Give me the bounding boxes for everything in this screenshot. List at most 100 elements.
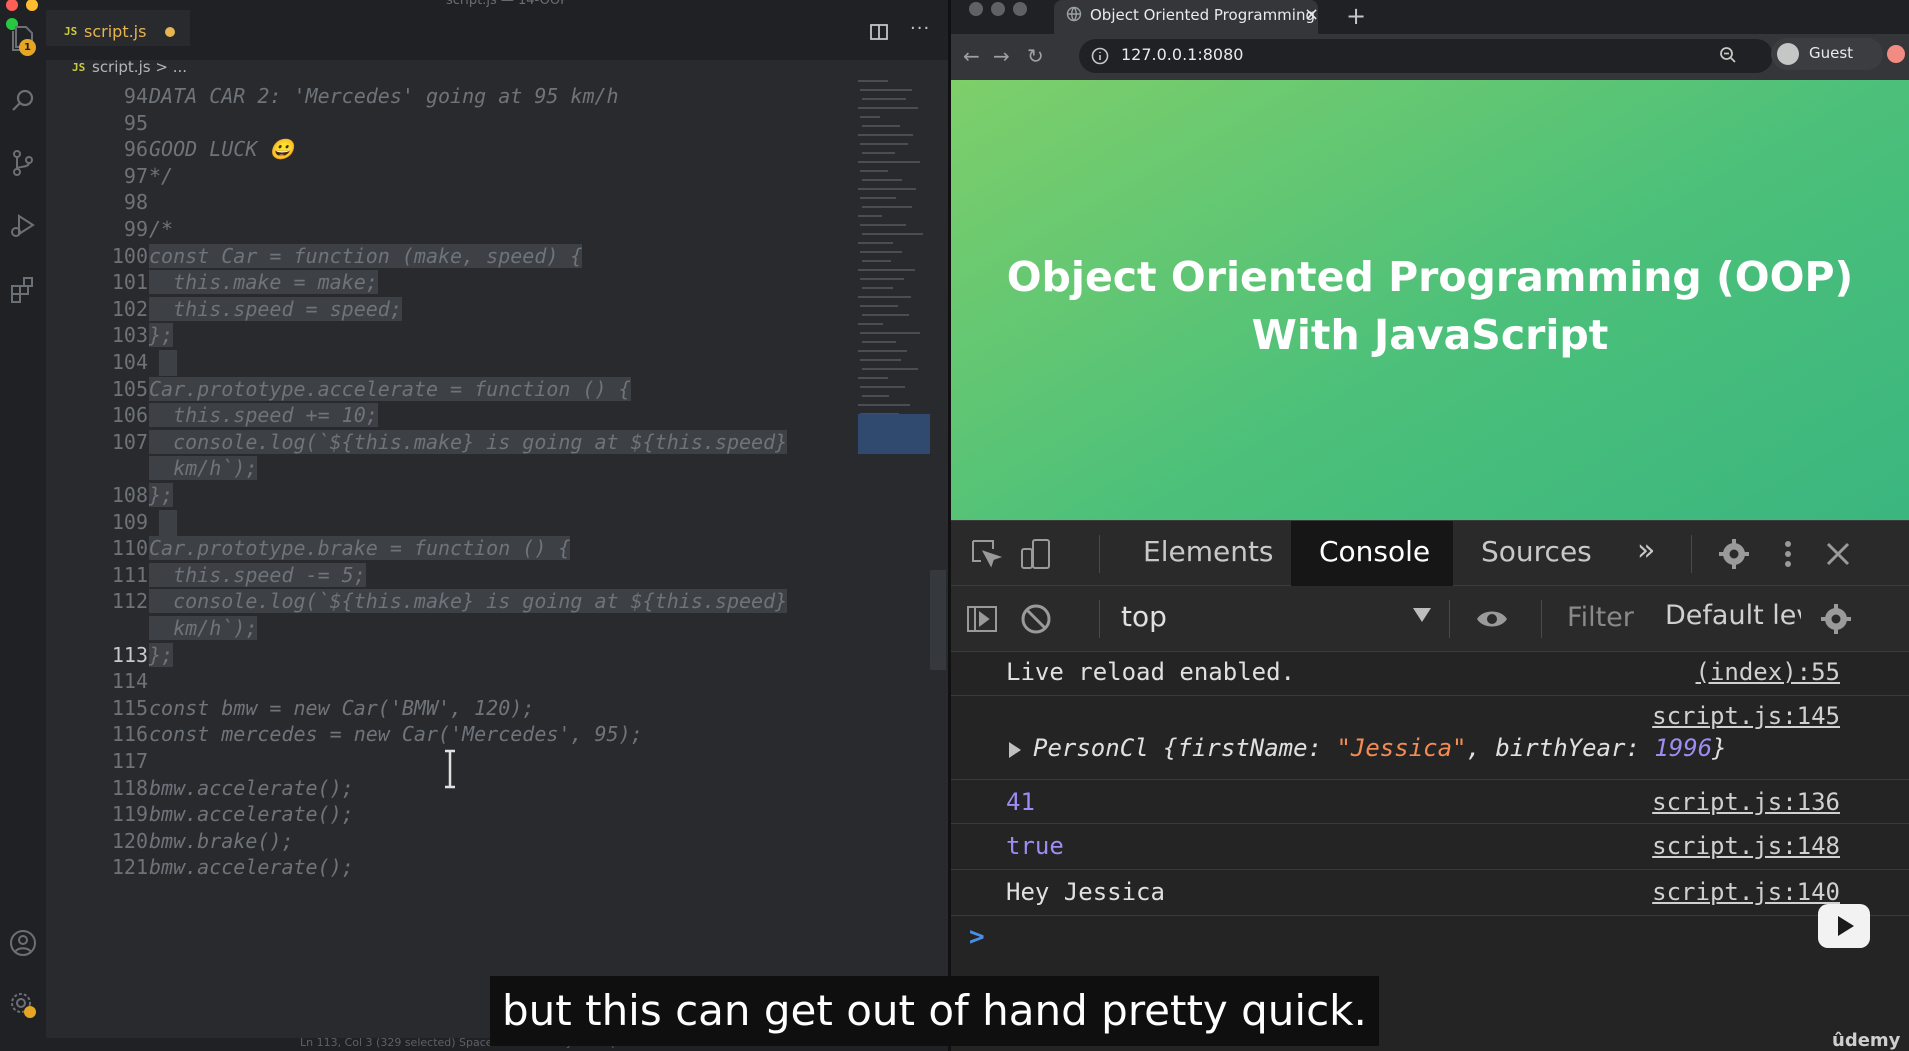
minimap-line (858, 215, 882, 217)
account-icon[interactable] (8, 928, 38, 958)
forward-arrow-icon[interactable]: → (993, 44, 1010, 68)
js-file-icon: JS (64, 25, 78, 38)
minimap-line (862, 233, 923, 235)
line-number: 107 (111, 429, 148, 454)
context-selector[interactable]: top (1121, 600, 1167, 633)
device-toolbar-icon[interactable] (1019, 537, 1053, 571)
split-editor-icon[interactable] (868, 21, 890, 43)
unsaved-dot-icon[interactable] (165, 27, 175, 37)
object-preview[interactable]: PersonCl {firstName: "Jessica", birthYea… (1033, 734, 1727, 762)
line-number: 118 (111, 775, 148, 800)
kebab-menu-icon[interactable] (1771, 537, 1805, 571)
live-expression-eye-icon[interactable] (1475, 602, 1509, 636)
web-page: Object Oriented Programming (OOP) With J… (951, 80, 1909, 520)
info-icon[interactable] (1091, 47, 1109, 65)
code-line: DATA CAR 2: 'Mercedes' going at 95 km/h (149, 84, 619, 108)
globe-icon (1066, 6, 1082, 22)
video-play-icon[interactable] (1818, 904, 1870, 948)
minimap-line (860, 143, 908, 145)
console-prompt-icon[interactable]: > (969, 922, 985, 952)
browser-maximize-dot[interactable] (1013, 2, 1027, 16)
minimap-line (860, 251, 902, 253)
minimap-line (862, 341, 896, 343)
explorer-badge: 1 (19, 39, 36, 56)
line-number: 121 (111, 855, 148, 880)
message-source-link[interactable]: (index):55 (1696, 658, 1841, 686)
minimap-line (862, 179, 902, 181)
clear-console-icon[interactable] (1019, 602, 1053, 636)
run-debug-icon[interactable] (8, 210, 38, 240)
minimap-line (862, 152, 895, 154)
code-line: this.speed = speed; (149, 296, 402, 321)
sidebar-toggle-icon[interactable] (965, 602, 999, 636)
message-source-link[interactable]: script.js:148 (1652, 832, 1840, 860)
tab-script-js[interactable]: JS script.js (46, 10, 190, 46)
code-line: bmw.accelerate(); (149, 802, 354, 827)
browser-tab[interactable]: Object Oriented Programming (1054, 0, 1318, 34)
search-icon[interactable] (8, 86, 38, 116)
code-area[interactable]: 94 DATA CAR 2: 'Mercedes' going at 95 km/… (46, 84, 866, 1034)
reload-icon[interactable]: ↻ (1027, 44, 1044, 68)
code-line: bmw.brake(); (149, 828, 294, 853)
message-source-link[interactable]: script.js:136 (1652, 788, 1840, 816)
code-line: }; (149, 483, 174, 507)
minimap-line (860, 386, 905, 388)
tab-sources[interactable]: Sources (1481, 535, 1592, 568)
message-source-link[interactable]: script.js:145 (1652, 702, 1840, 730)
minimap-line (858, 80, 888, 82)
context-dropdown-icon[interactable] (1413, 608, 1431, 622)
back-arrow-icon[interactable]: ← (963, 44, 980, 68)
code-line: }; (149, 323, 174, 348)
settings-gear-icon[interactable] (8, 990, 38, 1020)
new-tab-icon[interactable]: + (1346, 2, 1366, 30)
expand-triangle-icon[interactable] (1009, 742, 1021, 758)
message-source-link[interactable]: script.js:140 (1652, 878, 1840, 906)
browser-close-dot[interactable] (969, 2, 983, 16)
more-tabs-icon[interactable]: » (1637, 533, 1655, 568)
browser-tab-title: Object Oriented Programming (1090, 6, 1315, 24)
console-message: Hey Jessica script.js:140 (951, 870, 1909, 916)
zoom-icon[interactable] (1719, 46, 1737, 64)
udemy-logo: ûdemy (1832, 1030, 1901, 1051)
code-line: km/h`); (149, 456, 258, 481)
text-cursor-icon (442, 748, 458, 790)
extensions-icon[interactable] (8, 274, 38, 304)
tab-label: script.js (84, 22, 147, 41)
line-number: 114 (111, 669, 148, 694)
update-icon[interactable] (1887, 45, 1905, 63)
profile-button[interactable]: Guest (1771, 38, 1883, 70)
settings-gear-icon[interactable] (1717, 537, 1751, 571)
minimap-line (862, 314, 909, 316)
address-bar[interactable]: 127.0.0.1:8080 (1079, 39, 1773, 73)
inspect-element-icon[interactable] (969, 537, 1003, 571)
tab-elements[interactable]: Elements (1143, 535, 1274, 568)
line-number: 105 (111, 376, 148, 401)
minimap-selection (858, 414, 930, 454)
tab-console[interactable]: Console (1319, 535, 1430, 568)
browser-minimize-dot[interactable] (991, 2, 1005, 16)
console-settings-icon[interactable] (1819, 602, 1853, 636)
source-control-icon[interactable] (8, 148, 38, 178)
close-window-dot[interactable] (6, 0, 18, 11)
log-levels-dropdown[interactable]: Default levels (1665, 600, 1801, 631)
code-line: this.speed += 10; (149, 403, 378, 428)
minimap-line (858, 107, 918, 109)
filter-input[interactable]: Filter (1567, 602, 1634, 633)
minimap-line (858, 242, 893, 244)
line-number: 102 (111, 296, 148, 321)
close-devtools-icon[interactable] (1821, 537, 1855, 571)
url-text: 127.0.0.1:8080 (1121, 45, 1244, 64)
console-message: true script.js:148 (951, 824, 1909, 870)
minimize-window-dot[interactable] (26, 0, 38, 11)
more-actions-icon[interactable]: ··· (910, 18, 930, 39)
close-tab-icon[interactable]: × (1304, 4, 1319, 25)
breadcrumb-file[interactable]: script.js > ... (92, 58, 187, 76)
minimap-line (862, 395, 889, 397)
object-name: PersonCl (1033, 734, 1149, 762)
minimap[interactable] (858, 78, 930, 478)
line-number: 111 (111, 562, 148, 587)
line-number: 112 (111, 589, 148, 614)
divider (1449, 600, 1450, 638)
editor-scrollbar[interactable] (930, 570, 946, 670)
js-file-icon: JS (72, 61, 86, 74)
